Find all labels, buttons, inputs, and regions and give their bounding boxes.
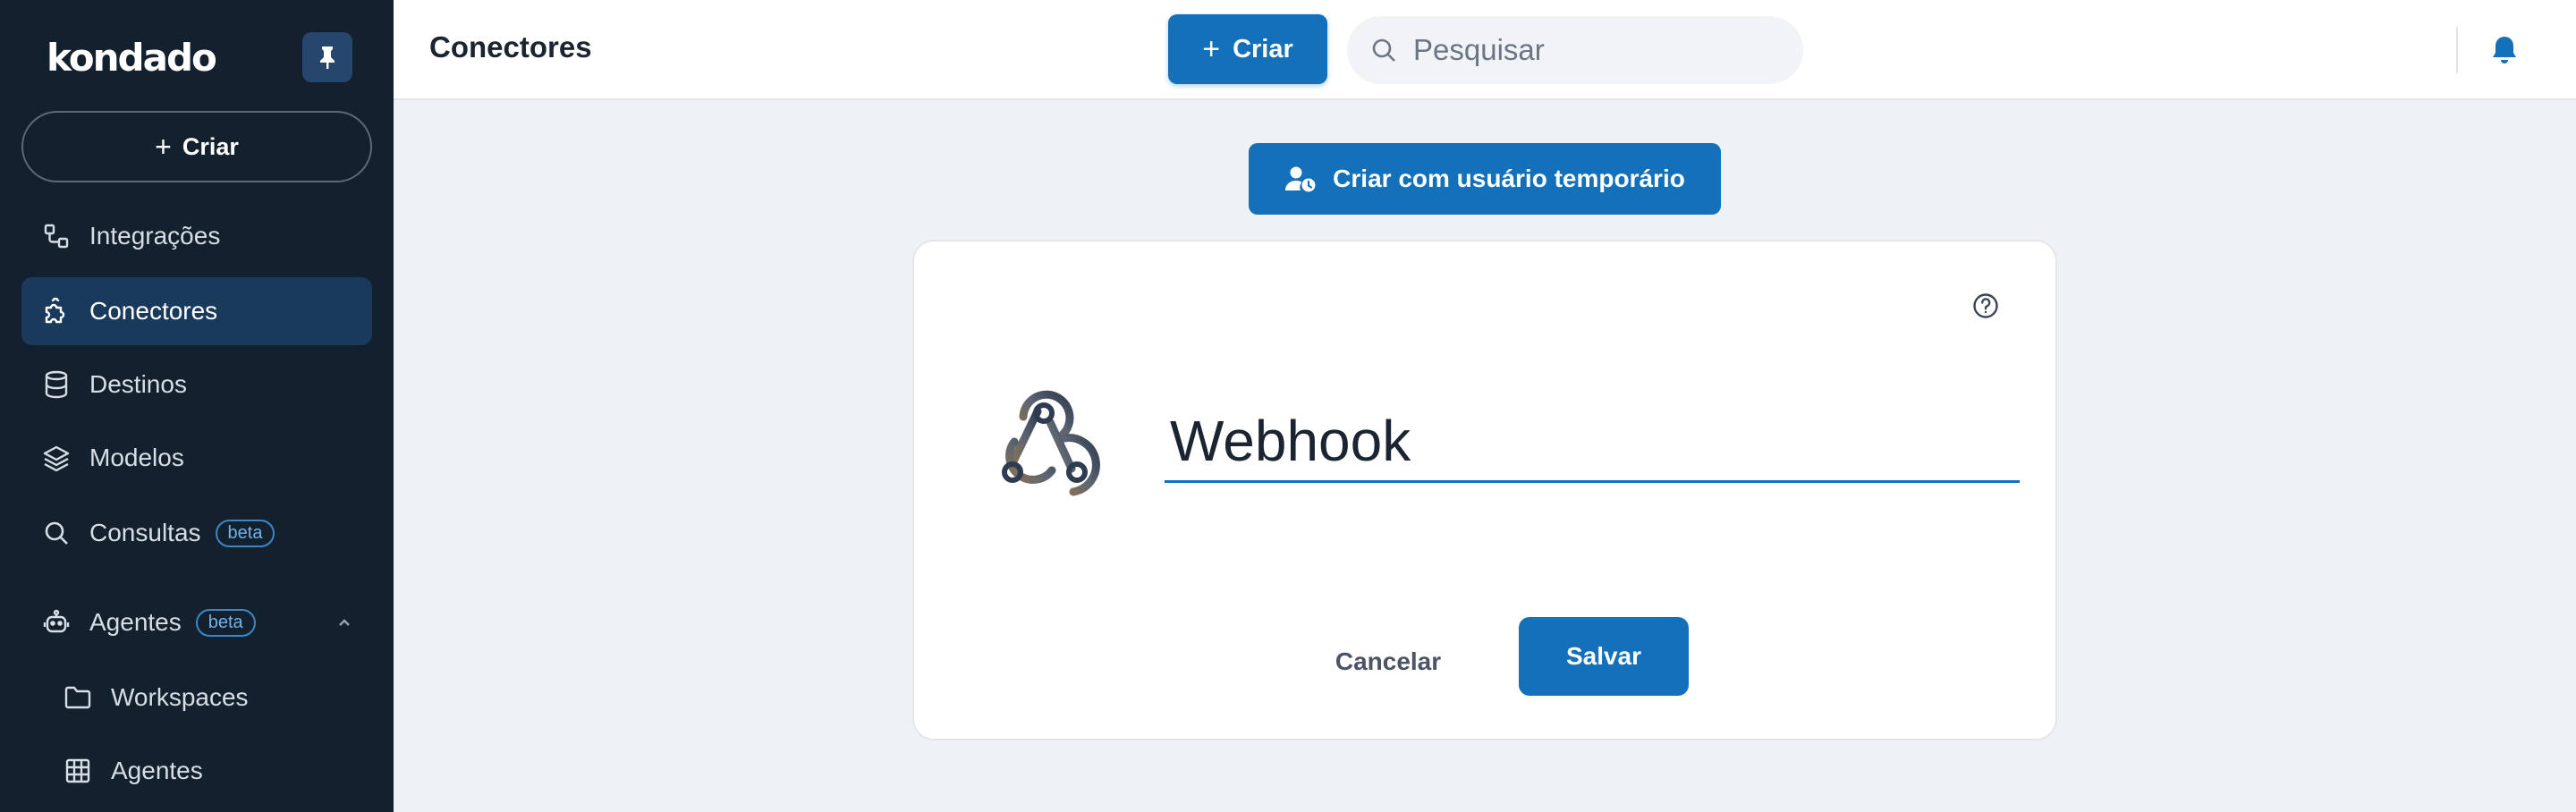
sidebar-item-integracoes[interactable]: Integrações bbox=[21, 202, 372, 270]
search-icon bbox=[41, 518, 72, 548]
sidebar-item-workspaces[interactable]: Workspaces bbox=[21, 664, 372, 732]
table-grid-icon bbox=[63, 756, 93, 786]
pin-button[interactable] bbox=[302, 32, 352, 82]
sidebar: kondado + Criar Integrações Conectores D… bbox=[0, 0, 394, 812]
search-icon bbox=[1372, 38, 1395, 62]
connector-card: Cancelar Salvar bbox=[912, 240, 2057, 740]
create-button-label: Criar bbox=[1233, 34, 1293, 63]
search-input[interactable] bbox=[1413, 33, 1771, 67]
layers-icon bbox=[41, 443, 72, 473]
save-button[interactable]: Salvar bbox=[1519, 617, 1689, 696]
sidebar-item-label: Agentes bbox=[111, 757, 203, 784]
sidebar-item-label: Agentes bbox=[89, 608, 182, 636]
sidebar-item-label: Modelos bbox=[89, 444, 184, 471]
beta-badge: beta bbox=[195, 608, 256, 637]
chevron-up-icon[interactable] bbox=[335, 610, 354, 639]
database-icon bbox=[41, 369, 72, 400]
sidebar-item-label: Consultas bbox=[89, 519, 201, 546]
sidebar-item-agentes[interactable]: Agentes bbox=[21, 737, 372, 805]
webhook-icon bbox=[973, 376, 1116, 510]
beta-badge: beta bbox=[215, 519, 275, 547]
connector-name-input[interactable] bbox=[1165, 401, 2020, 483]
temp-user-button-label: Criar com usuário temporário bbox=[1333, 165, 1685, 192]
sidebar-item-label: Integrações bbox=[89, 222, 221, 250]
sidebar-item-destinos[interactable]: Destinos bbox=[21, 351, 372, 419]
robot-icon bbox=[41, 607, 72, 638]
logo[interactable]: kondado bbox=[47, 36, 217, 80]
sidebar-create-button[interactable]: + Criar bbox=[21, 111, 372, 182]
sidebar-item-modelos[interactable]: Modelos bbox=[21, 424, 372, 492]
plus-icon: + bbox=[1202, 32, 1221, 66]
user-clock-icon bbox=[1285, 166, 1316, 192]
page-title: Conectores bbox=[429, 30, 592, 63]
folder-icon bbox=[63, 682, 93, 713]
bell-icon bbox=[2493, 37, 2516, 63]
search-box[interactable] bbox=[1347, 16, 1803, 84]
sidebar-create-label: Criar bbox=[182, 132, 239, 160]
divider bbox=[2456, 27, 2458, 73]
integrations-icon bbox=[41, 221, 72, 251]
help-circle-icon bbox=[1973, 293, 1998, 318]
sidebar-item-agentes-group[interactable]: Agentes beta bbox=[21, 588, 372, 656]
sidebar-item-label: Workspaces bbox=[111, 683, 249, 711]
create-button[interactable]: + Criar bbox=[1168, 14, 1327, 84]
puzzle-icon bbox=[41, 296, 72, 326]
pin-icon bbox=[320, 47, 335, 69]
sidebar-item-consultas[interactable]: Consultas beta bbox=[21, 499, 372, 567]
top-bar: Conectores + Criar bbox=[394, 0, 2576, 100]
notifications-button[interactable] bbox=[2487, 30, 2522, 70]
sidebar-item-conectores[interactable]: Conectores bbox=[21, 277, 372, 345]
plus-icon: + bbox=[155, 131, 172, 163]
cancel-button[interactable]: Cancelar bbox=[1299, 635, 1478, 689]
sidebar-item-label: Conectores bbox=[89, 297, 218, 325]
help-button[interactable] bbox=[1971, 292, 2000, 320]
sidebar-item-label: Destinos bbox=[89, 370, 187, 398]
create-with-temp-user-button[interactable]: Criar com usuário temporário bbox=[1249, 143, 1721, 215]
